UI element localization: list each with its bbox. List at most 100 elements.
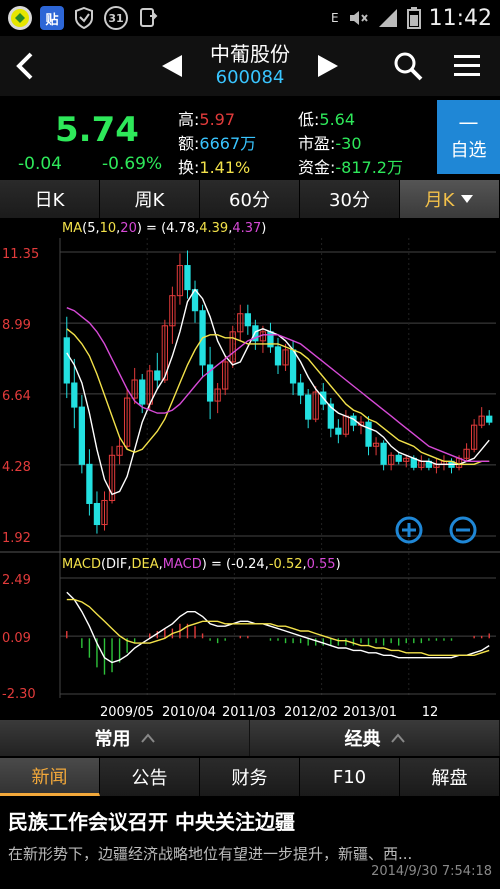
candle-body bbox=[297, 382, 304, 396]
high-label: 高: bbox=[178, 110, 200, 129]
tab-f10[interactable]: F10 bbox=[300, 758, 400, 796]
menu-button[interactable] bbox=[452, 52, 482, 80]
candle-body bbox=[244, 313, 251, 327]
right-triangle-icon bbox=[318, 55, 338, 77]
tab-daily[interactable]: 日K bbox=[0, 180, 100, 218]
chart-canvas: 11.35 8.99 6.64 4.28 1.92 MA(5,10,20) = (4.78… bbox=[0, 221, 500, 720]
tab-monthly[interactable]: 月K bbox=[400, 180, 500, 218]
news-time: 2014/9/30 7:54:18 bbox=[371, 864, 492, 879]
ma-legend: MA(5,10,20) = (4.78,4.39,4.37) bbox=[62, 221, 266, 236]
tab-news[interactable]: 新闻 bbox=[0, 758, 100, 796]
next-stock-button[interactable] bbox=[316, 51, 340, 81]
y-tick-label: 4.28 bbox=[2, 460, 31, 475]
tab-60min[interactable]: 60分 bbox=[200, 180, 300, 218]
current-price: 5.74 bbox=[55, 110, 139, 150]
download-icon bbox=[136, 6, 160, 30]
low-value: 5.64 bbox=[319, 110, 356, 129]
x-tick-label: 2011/03 bbox=[222, 705, 276, 718]
toggle-common[interactable]: 常用 bbox=[0, 720, 250, 756]
left-triangle-icon bbox=[162, 55, 182, 77]
back-arrow-icon bbox=[16, 52, 33, 80]
turnover-label: 换: bbox=[178, 158, 200, 177]
candle-body bbox=[71, 382, 78, 408]
zoom-out-button[interactable] bbox=[449, 516, 477, 544]
macd-y-tick-label: 2.49 bbox=[2, 573, 31, 588]
pe-value: -30 bbox=[335, 134, 362, 153]
toggle-common-label: 常用 bbox=[94, 729, 131, 750]
stock-code: 600084 bbox=[215, 67, 285, 88]
x-tick-label: 12 bbox=[422, 705, 439, 718]
macd-y-tick-label: -2.30 bbox=[2, 687, 36, 702]
pe-label: 市盈: bbox=[298, 134, 336, 153]
dash-icon: — bbox=[458, 110, 479, 134]
search-button[interactable] bbox=[393, 51, 423, 81]
mute-icon bbox=[349, 11, 368, 25]
high-field: 高:5.97 bbox=[178, 106, 235, 130]
fund-label: 资金: bbox=[298, 158, 336, 177]
kline-chart[interactable]: 11.35 8.99 6.64 4.28 1.92 MA(5,10,20) = (4.78… bbox=[0, 218, 500, 720]
fund-value: -817.2万 bbox=[335, 158, 403, 177]
tab-finance[interactable]: 财务 bbox=[200, 758, 300, 796]
macd-y-tick-label: 0.09 bbox=[2, 631, 31, 646]
y-tick-label: 6.64 bbox=[2, 389, 31, 404]
dropdown-triangle-icon bbox=[461, 195, 474, 203]
x-tick-label: 2010/04 bbox=[162, 705, 216, 718]
price-change: -0.04 bbox=[18, 154, 62, 174]
tab-announcement[interactable]: 公告 bbox=[100, 758, 200, 796]
indicator-toggles: 常用 经典 bbox=[0, 720, 500, 756]
battery-icon bbox=[406, 7, 421, 29]
candle-body bbox=[154, 370, 161, 381]
candle-body bbox=[274, 346, 282, 366]
prev-stock-button[interactable] bbox=[160, 51, 184, 81]
candle-body bbox=[93, 502, 101, 526]
tab-analysis[interactable]: 解盘 bbox=[400, 758, 500, 796]
amount-field: 额:6667万 bbox=[178, 130, 256, 154]
candle-body bbox=[86, 463, 93, 504]
chevron-up-icon bbox=[140, 733, 155, 743]
add-watchlist-button[interactable]: — 自选 bbox=[437, 100, 500, 174]
x-tick-label: 2013/01 bbox=[343, 705, 397, 718]
toggle-classic[interactable]: 经典 bbox=[250, 720, 500, 756]
clock: 11:42 bbox=[428, 5, 492, 31]
news-title: 民族工作会议召开 中央关注边疆 bbox=[8, 810, 295, 834]
dea-line bbox=[66, 598, 490, 656]
candle-body bbox=[305, 394, 312, 420]
candle-body bbox=[139, 379, 146, 405]
news-summary: 在新形势下，边疆经济战略地位有望进一步提升，新疆、西... bbox=[8, 845, 413, 863]
tab-monthly-label: 月K bbox=[424, 190, 455, 211]
chevron-up-icon bbox=[390, 733, 405, 743]
search-icon bbox=[394, 52, 423, 81]
turnover-value: 1.41% bbox=[199, 158, 251, 177]
app-circle-icon bbox=[8, 6, 32, 30]
stock-title: 中葡股份 600084 bbox=[190, 42, 310, 90]
tab-weekly[interactable]: 周K bbox=[100, 180, 200, 218]
y-tick-label: 8.99 bbox=[2, 318, 31, 333]
high-value: 5.97 bbox=[199, 110, 236, 129]
candle-body bbox=[267, 331, 274, 348]
x-tick-label: 2012/02 bbox=[284, 705, 338, 718]
amount-label: 额: bbox=[178, 134, 200, 153]
candle-body bbox=[486, 415, 493, 423]
stock-name: 中葡股份 bbox=[210, 42, 290, 66]
tab-30min[interactable]: 30分 bbox=[300, 180, 400, 218]
candle-body bbox=[289, 349, 297, 384]
candle-body bbox=[365, 421, 372, 447]
back-button[interactable] bbox=[10, 48, 40, 84]
y-tick-label: 11.35 bbox=[2, 247, 39, 262]
period-tabs: 日K 周K 60分 30分 月K bbox=[0, 180, 500, 218]
macd-legend: MACD(DIF,DEA,MACD) = (-0.24,-0.52,0.55) bbox=[62, 557, 341, 572]
status-bar: 贴 31 E 11:42 bbox=[0, 0, 500, 36]
candle-body bbox=[335, 427, 342, 435]
dif-line bbox=[66, 591, 490, 664]
signal-icon bbox=[378, 9, 397, 27]
y-tick-label: 1.92 bbox=[2, 531, 31, 546]
watchlist-label: 自选 bbox=[450, 140, 487, 161]
candle-body bbox=[78, 406, 86, 465]
notification-count-icon: 31 bbox=[104, 6, 128, 30]
network-e-icon: E bbox=[331, 11, 339, 25]
title-bar: 中葡股份 600084 bbox=[0, 36, 500, 96]
shield-icon bbox=[72, 6, 96, 30]
turnover-field: 换:1.41% bbox=[178, 154, 250, 178]
price-change-pct: -0.69% bbox=[102, 154, 163, 174]
news-item[interactable]: 民族工作会议召开 中央关注边疆 在新形势下，边疆经济战略地位有望进一步提升，新疆… bbox=[0, 796, 500, 889]
